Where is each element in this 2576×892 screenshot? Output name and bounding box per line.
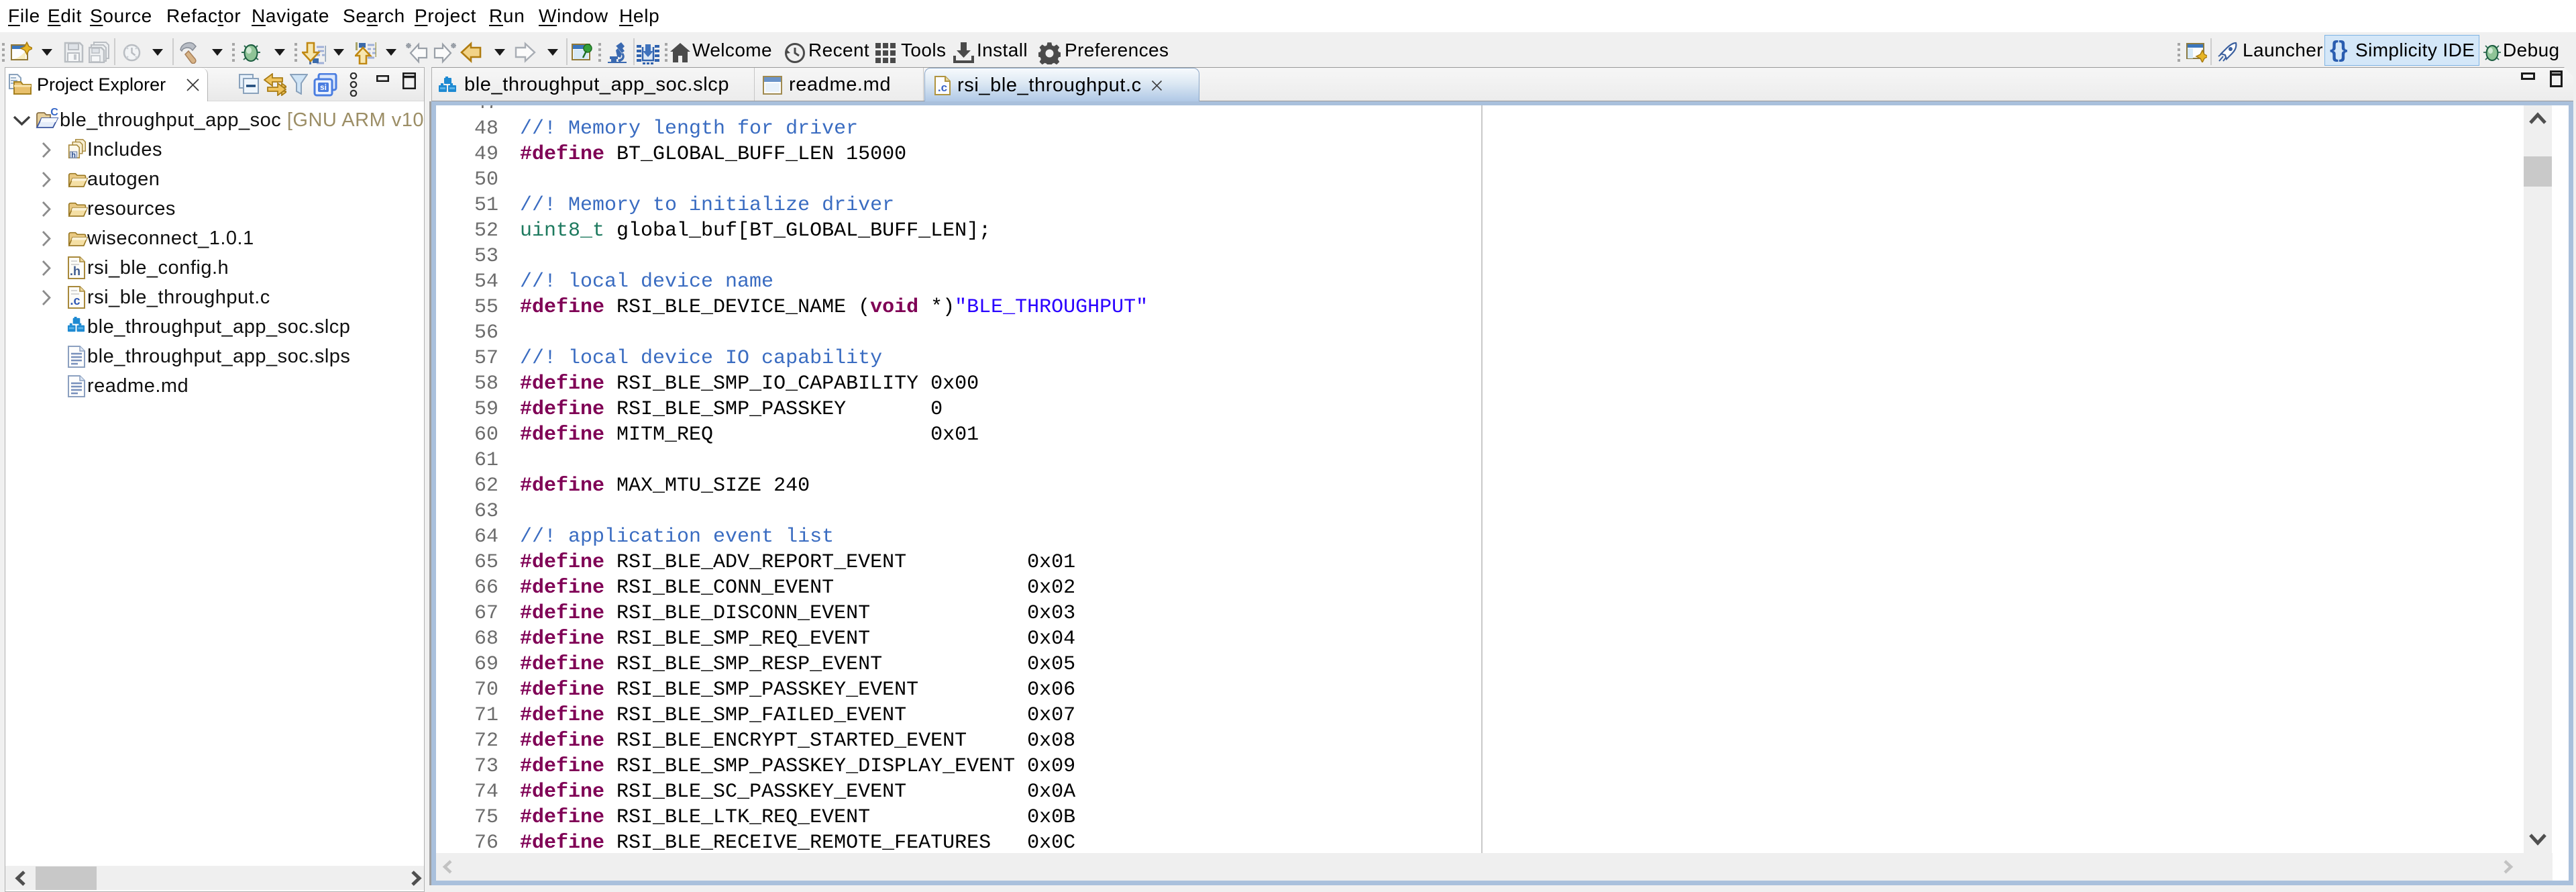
svg-text:.c: .c — [938, 81, 947, 94]
svg-text:C: C — [50, 108, 58, 118]
svg-text:.c: .c — [70, 294, 80, 307]
svg-text:.h: .h — [70, 264, 80, 278]
svg-text:si: si — [320, 83, 327, 92]
svg-text:h: h — [71, 151, 76, 159]
